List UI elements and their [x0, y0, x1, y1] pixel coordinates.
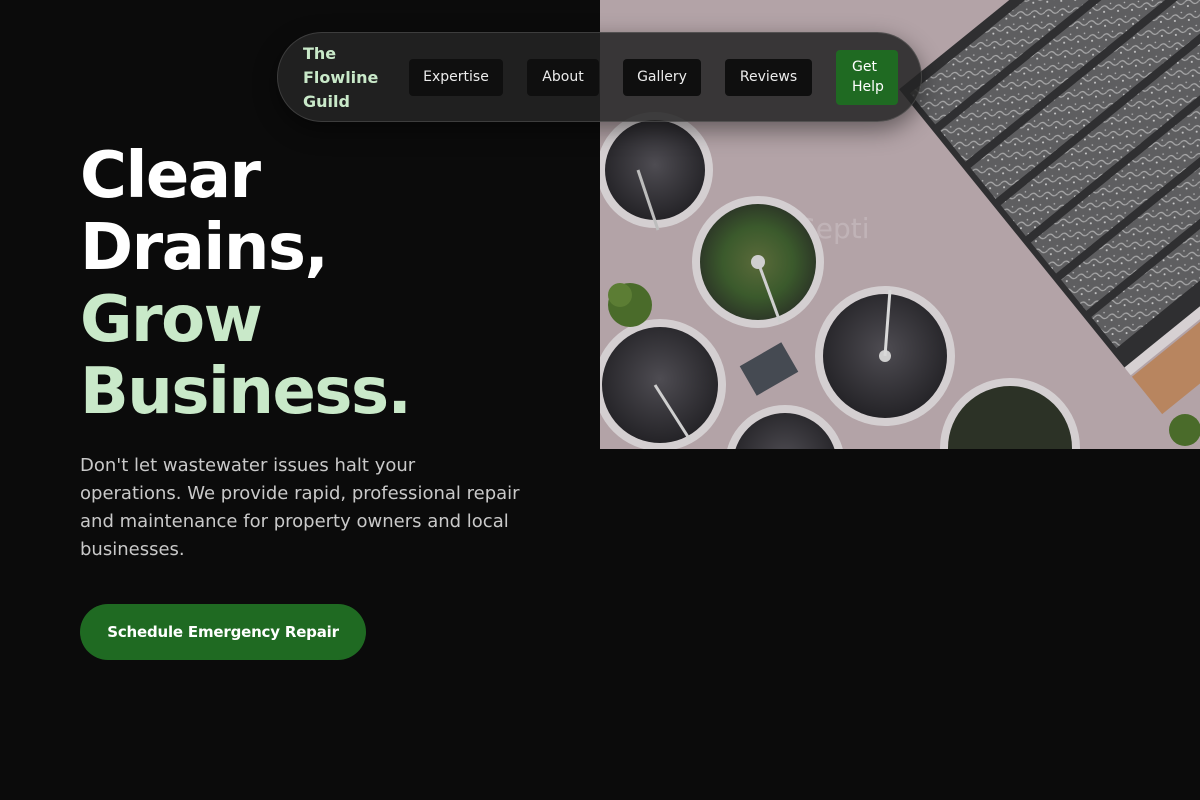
nav-link-about[interactable]: About [527, 59, 599, 96]
hero-description: Don't let wastewater issues halt your op… [80, 455, 520, 560]
nav-link-reviews[interactable]: Reviews [725, 59, 812, 96]
headline-line-4: Business. [80, 355, 412, 429]
nav-link-gallery[interactable]: Gallery [623, 59, 701, 96]
headline-line-1: Clear [80, 139, 261, 213]
get-help-button[interactable]: Get Help [836, 50, 898, 105]
landing-page: Septi The Flowline Guild Expertise About… [0, 0, 1200, 800]
headline-line-3: Grow [80, 283, 263, 357]
nav-link-expertise[interactable]: Expertise [409, 59, 503, 96]
headline-line-2: Drains, [80, 211, 329, 285]
schedule-emergency-repair-button[interactable]: Schedule Emergency Repair [80, 604, 366, 660]
top-navigation: The Flowline Guild Expertise About Galle… [277, 32, 922, 122]
brand-logo-text[interactable]: The Flowline Guild [303, 42, 403, 114]
hero-headline: Clear Drains, Grow Business. [80, 139, 412, 429]
